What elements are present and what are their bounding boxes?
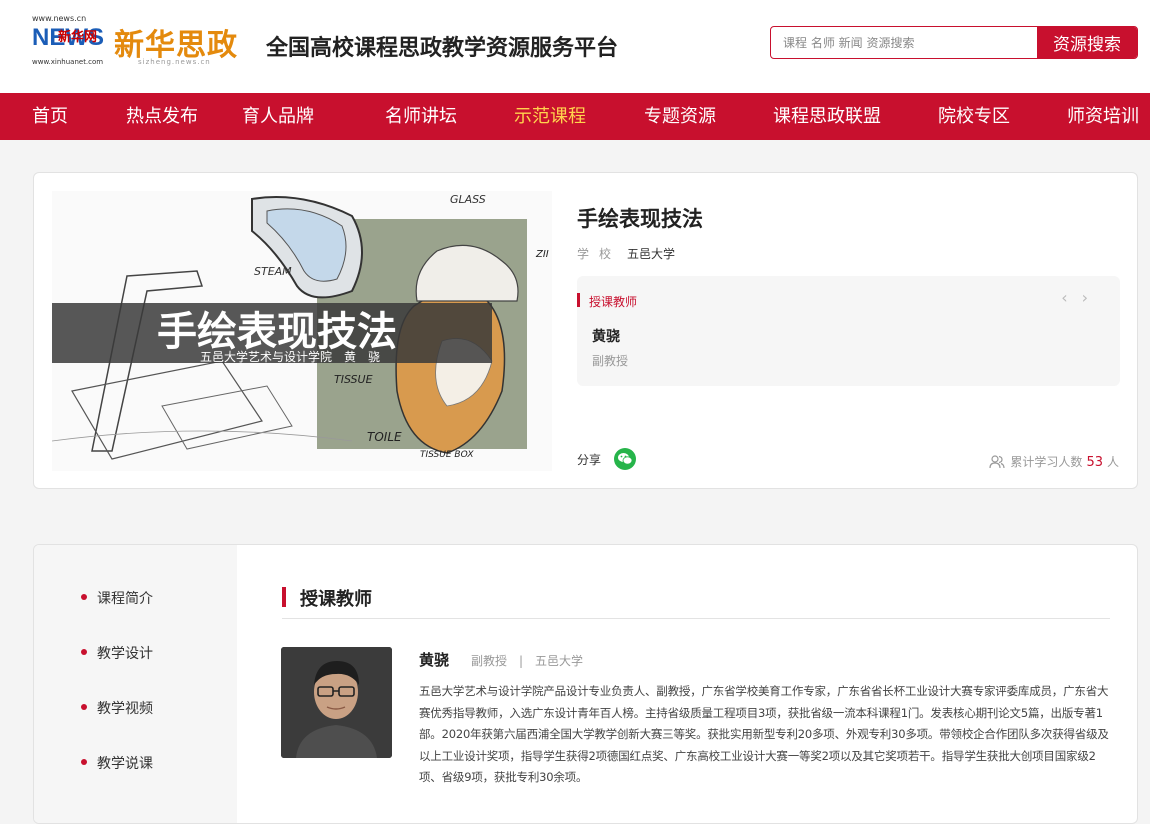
share-label: 分享 <box>577 453 602 467</box>
sidebar-item-teaching-talk[interactable]: 教学说课 <box>81 753 153 773</box>
sketch-label-tissue-box: TISSUE BOX <box>420 450 474 460</box>
teacher-name: 黄骁 <box>419 651 450 669</box>
nav-hot-news[interactable]: 热点发布 <box>126 93 198 140</box>
school-value[interactable]: 五邑大学 <box>627 247 675 261</box>
sketch-label-zii: ZII <box>535 249 549 260</box>
search-input[interactable] <box>771 27 1039 58</box>
search-bar: 资源搜索 <box>770 26 1138 59</box>
carousel-teacher-name[interactable]: 黄骁 <box>592 326 620 346</box>
nav-teacher-training[interactable]: 师资培训 <box>1067 93 1139 140</box>
sidebar-item-intro[interactable]: 课程简介 <box>81 588 153 608</box>
nav-alliance[interactable]: 课程思政联盟 <box>773 93 881 140</box>
site-header: www.news.cn NEWS 新华网 www.xinhuanet.com 新… <box>0 0 1150 93</box>
cover-banner-subtitle: 五邑大学艺术与设计学院 黄 骁 <box>200 349 380 364</box>
main-nav: 首页 热点发布 育人品牌 名师讲坛 示范课程 专题资源 课程思政联盟 院校专区 … <box>0 93 1150 140</box>
brand-name: 新华思政 sizheng.news.cn <box>114 20 238 66</box>
teacher-carousel-heading: 授课教师 <box>589 295 638 309</box>
learner-unit: 人 <box>1106 455 1119 469</box>
nav-model-courses[interactable]: 示范课程 <box>514 93 586 140</box>
learner-label: 累计学习人数 <box>1010 455 1083 469</box>
site-title: 全国高校课程思政教学资源服务平台 <box>266 36 619 61</box>
nav-college-zone[interactable]: 院校专区 <box>938 93 1010 140</box>
course-card: 手绘表现技法 五邑大学艺术与设计学院 黄 骁 GLASS STEAM TISSU… <box>33 172 1138 489</box>
course-title: 手绘表现技法 <box>577 207 703 231</box>
users-icon <box>989 455 1006 469</box>
search-button[interactable]: 资源搜索 <box>1037 27 1137 58</box>
section-divider <box>282 618 1110 619</box>
logo-news-cn: 新华网 <box>58 30 98 45</box>
cover-sketch-illustration: 手绘表现技法 五邑大学艺术与设计学院 黄 骁 GLASS STEAM TISSU… <box>52 191 552 471</box>
school-label: 学校 <box>577 247 622 261</box>
sketch-label-steam: STEAM <box>254 265 292 278</box>
course-school: 学校 五邑大学 <box>577 245 675 262</box>
learner-count: 累计学习人数 53 人 <box>989 453 1119 470</box>
teacher-meta: 副教授 | 五邑大学 <box>471 654 584 668</box>
wechat-share-icon[interactable] <box>614 448 636 470</box>
xinhua-news-logo: www.news.cn NEWS 新华网 www.xinhuanet.com <box>32 14 104 68</box>
logo-url-bottom: www.xinhuanet.com <box>32 58 104 66</box>
section-accent-bar <box>282 587 286 607</box>
course-detail-panel: 课程简介 教学设计 教学视频 教学说课 授课教师 黄骁 副教授 | 五邑大学 五… <box>33 544 1138 824</box>
section-title-text: 授课教师 <box>300 589 372 610</box>
teacher-bio: 五邑大学艺术与设计学院产品设计专业负责人、副教授，广东省学校美育工作专家，广东省… <box>419 684 1109 784</box>
chevron-right-icon[interactable]: › <box>1082 288 1102 307</box>
learner-number: 53 <box>1086 455 1103 470</box>
nav-master-forum[interactable]: 名师讲坛 <box>385 93 457 140</box>
sidebar-item-teaching-design[interactable]: 教学设计 <box>81 643 153 663</box>
sketch-label-glass: GLASS <box>450 193 486 206</box>
brand-sub: sizheng.news.cn <box>138 58 211 66</box>
carousel-teacher-title: 副教授 <box>592 354 629 368</box>
nav-topic-resources[interactable]: 专题资源 <box>644 93 716 140</box>
teacher-carousel: 授课教师 ‹› 黄骁 副教授 <box>577 276 1120 386</box>
cover-banner-title: 手绘表现技法 <box>157 309 397 355</box>
detail-sidebar: 课程简介 教学设计 教学视频 教学说课 <box>34 545 237 823</box>
site-logo[interactable]: www.news.cn NEWS 新华网 www.xinhuanet.com 新… <box>32 14 252 68</box>
nav-home[interactable]: 首页 <box>32 93 68 140</box>
logo-url-top: www.news.cn <box>32 14 87 23</box>
sidebar-item-teaching-video[interactable]: 教学视频 <box>81 698 153 718</box>
carousel-arrows: ‹› <box>1061 288 1102 307</box>
nav-education-brand[interactable]: 育人品牌 <box>242 93 314 140</box>
section-title: 授课教师 <box>282 585 372 611</box>
chevron-left-icon[interactable]: ‹ <box>1061 288 1081 307</box>
sketch-label-toile: TOILE <box>367 430 402 444</box>
teacher-avatar <box>281 647 392 758</box>
course-cover-image[interactable]: 手绘表现技法 五邑大学艺术与设计学院 黄 骁 GLASS STEAM TISSU… <box>52 191 552 471</box>
sketch-label-tissue: TISSUE <box>334 373 373 386</box>
